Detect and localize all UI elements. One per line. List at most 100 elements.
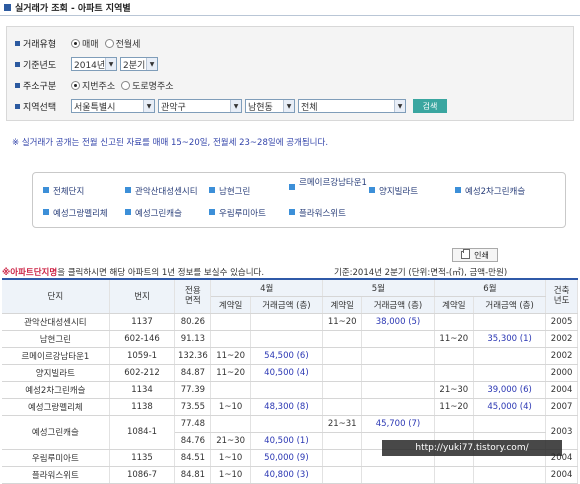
printer-icon	[461, 249, 471, 259]
print-button[interactable]: 인쇄	[452, 248, 498, 262]
complex-name-link[interactable]: 남현그린	[2, 330, 110, 348]
search-form: 거래유형 매매 전월세 기준년도 2014년 ▼ 2분기 ▼ 주소구분 지번주소 도…	[6, 26, 574, 121]
table-row: 양지빌라트 602-212 84.87 11~20 40,500 (4) 200…	[2, 364, 578, 382]
area-cell: 132.36	[174, 347, 212, 365]
col-month-6: 6월	[434, 278, 547, 297]
built-year-cell: 2000	[545, 364, 578, 382]
area-cell: 84.76	[174, 432, 212, 450]
area-cell: 77.48	[174, 415, 212, 433]
complex-name-link[interactable]: 양지빌라트	[2, 364, 110, 382]
radio-road-address-label: 도로명주소	[132, 81, 174, 92]
col-month-5: 5월	[322, 278, 435, 297]
release-notice: ※ 실거래가 공개는 전월 신고된 자료를 매매 15~20일, 전월세 23~…	[12, 138, 329, 148]
floor-value: (1)	[296, 435, 309, 446]
apt-link-yesung-green[interactable]: 예성그린캐슬	[125, 207, 182, 219]
built-year-cell: 2002	[545, 347, 578, 365]
table-row: 예성그린캐슬 1084-1 77.48 21~31 45,700 (7) 200…	[2, 415, 578, 450]
link-bullet-icon	[125, 209, 131, 215]
m4-day-cell	[210, 381, 251, 399]
col-area-label: 전용면적	[185, 286, 201, 307]
table-basis: 기준:2014년 2분기 (단위:면적-(㎡), 금액-만원)	[334, 268, 508, 278]
m4-price-cell: 54,500 (6)	[250, 347, 324, 365]
complex-select[interactable]: 전체 ▼	[298, 99, 406, 113]
gu-select-value: 관악구	[161, 102, 186, 113]
dong-select[interactable]: 남현동 ▼	[245, 99, 295, 113]
sido-select[interactable]: 서울특별시 ▼	[71, 99, 155, 113]
row-bullet-icon	[15, 61, 20, 67]
chevron-down-icon: ▼	[283, 100, 294, 112]
col-price: 거래금액 (층)	[361, 296, 435, 314]
quarter-select[interactable]: 2분기 ▼	[120, 57, 158, 71]
m5-day-cell	[322, 432, 363, 450]
floor-value: (6)	[296, 350, 309, 361]
complex-select-value: 전체	[301, 102, 318, 113]
complex-name-link[interactable]: 관악산대성센시티	[2, 313, 110, 331]
apt-link-yesung-grand[interactable]: 예성그랑펠리체	[43, 207, 108, 219]
lot-cell: 1138	[109, 398, 176, 416]
link-bullet-icon	[209, 209, 215, 215]
complex-name-link[interactable]: 르메이르강남타운1	[2, 347, 110, 365]
gu-select[interactable]: 관악구 ▼	[158, 99, 242, 113]
radio-lot-address[interactable]: 지번주소	[71, 79, 115, 92]
apt-link-daesung[interactable]: 관악산대성센시티	[125, 185, 198, 197]
apt-link-woorim[interactable]: 우림루미아트	[209, 207, 266, 219]
m4-day-cell	[210, 313, 251, 331]
m5-day-cell: 21~31	[322, 415, 363, 433]
apt-link-label: 플라워스위트	[299, 209, 346, 219]
built-year-cell: 2002	[545, 330, 578, 348]
col-complex: 단지	[2, 278, 110, 314]
lot-cell: 1135	[109, 449, 176, 467]
apt-link-lemeire[interactable]: 르메이르강남타운1	[289, 178, 367, 190]
m5-price-cell	[361, 381, 435, 399]
apt-link-yesung2[interactable]: 예성2차그린캐슬	[455, 185, 525, 197]
m6-day-cell: 21~30	[434, 381, 474, 399]
dong-select-value: 남현동	[248, 102, 273, 113]
table-row: 르메이르강남타운1 1059-1 132.36 11~20 54,500 (6)…	[2, 347, 578, 365]
area-cell: 84.87	[174, 364, 212, 382]
search-button[interactable]: 검색	[413, 99, 447, 113]
radio-sale-label: 매매	[82, 39, 99, 50]
complex-name-link[interactable]: 예성그린캐슬	[2, 415, 110, 450]
floor-value: (5)	[408, 316, 421, 327]
built-year-cell: 2004	[545, 381, 578, 399]
m4-day-cell	[210, 415, 251, 433]
col-month-4: 4월	[210, 278, 324, 297]
apt-link-yangji[interactable]: 양지빌라트	[369, 185, 418, 197]
m5-price-cell	[361, 398, 435, 416]
year-row: 기준년도 2014년 ▼ 2분기 ▼	[15, 56, 161, 72]
floor-value: (7)	[408, 418, 421, 429]
quarter-select-value: 2분기	[123, 60, 146, 71]
apt-link-namhyun-green[interactable]: 남현그린	[209, 185, 250, 197]
radio-sale[interactable]: 매매	[71, 37, 99, 50]
link-bullet-icon	[43, 209, 49, 215]
complex-name-link[interactable]: 예성2차그린캐슬	[2, 381, 110, 399]
apt-link-all[interactable]: 전체단지	[43, 185, 84, 197]
link-bullet-icon	[455, 187, 461, 193]
address-row: 주소구분 지번주소 도로명주소	[15, 77, 180, 93]
col-contract-day: 계약일	[210, 296, 251, 314]
region-row: 지역선택 서울특별시 ▼ 관악구 ▼ 남현동 ▼ 전체 ▼ 검색	[15, 98, 447, 114]
apt-link-label: 예성2차그린캐슬	[465, 187, 526, 197]
complex-name-link[interactable]: 예성그랑펠리체	[2, 398, 110, 416]
floor-value: (9)	[296, 452, 309, 463]
m5-day-cell	[322, 364, 363, 382]
apt-link-flower[interactable]: 플라워스위트	[289, 207, 346, 219]
floor-value: (4)	[296, 367, 309, 378]
radio-road-address[interactable]: 도로명주소	[121, 79, 174, 92]
m4-price-cell	[250, 381, 324, 399]
m6-price-cell: 45,000 (4)	[473, 398, 547, 416]
year-select[interactable]: 2014년 ▼	[71, 57, 117, 71]
price-value: 54,500	[264, 350, 294, 361]
apt-link-label: 르메이르강남타운1	[299, 178, 367, 188]
complex-name-link[interactable]: 우림루미아트	[2, 449, 110, 467]
m5-day-cell: 11~20	[322, 313, 363, 331]
m4-day-cell: 11~20	[210, 347, 251, 365]
radio-rent[interactable]: 전월세	[104, 37, 140, 50]
lot-cell: 1059-1	[109, 347, 176, 365]
m4-day-cell: 21~30	[210, 432, 251, 450]
apt-link-label: 관악산대성센시티	[135, 187, 198, 197]
price-value: 38,000	[375, 316, 406, 327]
m6-day-cell	[434, 313, 474, 331]
m5-day-cell	[322, 330, 363, 348]
m5-day-cell	[322, 449, 363, 467]
